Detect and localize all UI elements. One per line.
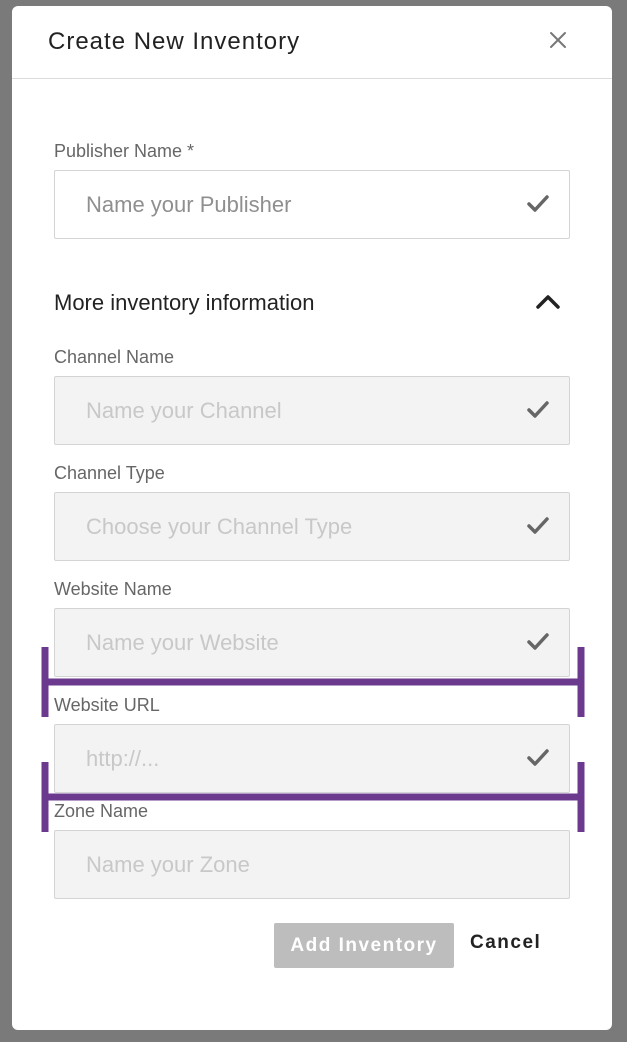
channel-type-field[interactable] (54, 492, 570, 561)
channel-type-label: Channel Type (54, 463, 165, 483)
chevron-up-icon[interactable] (536, 294, 560, 310)
check-icon (527, 749, 549, 766)
channel-name-label: Channel Name (54, 347, 175, 367)
more-info-section-toggle[interactable]: More inventory information (54, 288, 570, 322)
website-url-input[interactable] (55, 725, 569, 792)
website-name-label: Website Name (54, 579, 172, 599)
check-icon (527, 517, 549, 534)
close-button[interactable] (548, 30, 568, 50)
channel-name-input[interactable] (55, 377, 569, 444)
zone-name-field[interactable] (54, 830, 570, 899)
publisher-name-field[interactable] (54, 170, 570, 239)
zone-name-input[interactable] (55, 831, 569, 898)
dialog-header: Create New Inventory (12, 6, 612, 79)
website-name-input[interactable] (55, 609, 569, 676)
create-inventory-dialog: Create New Inventory Publisher Name * Mo… (12, 6, 612, 1030)
section-title: More inventory information (54, 290, 315, 315)
channel-name-field[interactable] (54, 376, 570, 445)
website-url-label: Website URL (54, 695, 160, 715)
add-inventory-button[interactable]: Add Inventory (274, 923, 454, 968)
dialog-title: Create New Inventory (48, 28, 301, 55)
channel-type-input[interactable] (55, 493, 569, 560)
check-icon (527, 195, 549, 212)
check-icon (527, 633, 549, 650)
publisher-name-label: Publisher Name * (54, 141, 195, 161)
website-url-field[interactable] (54, 724, 570, 793)
cancel-button[interactable]: Cancel (470, 923, 560, 963)
publisher-name-input[interactable] (55, 171, 569, 238)
website-name-field[interactable] (54, 608, 570, 677)
check-icon (527, 401, 549, 418)
close-icon[interactable] (548, 30, 568, 50)
zone-name-label: Zone Name (54, 801, 149, 821)
